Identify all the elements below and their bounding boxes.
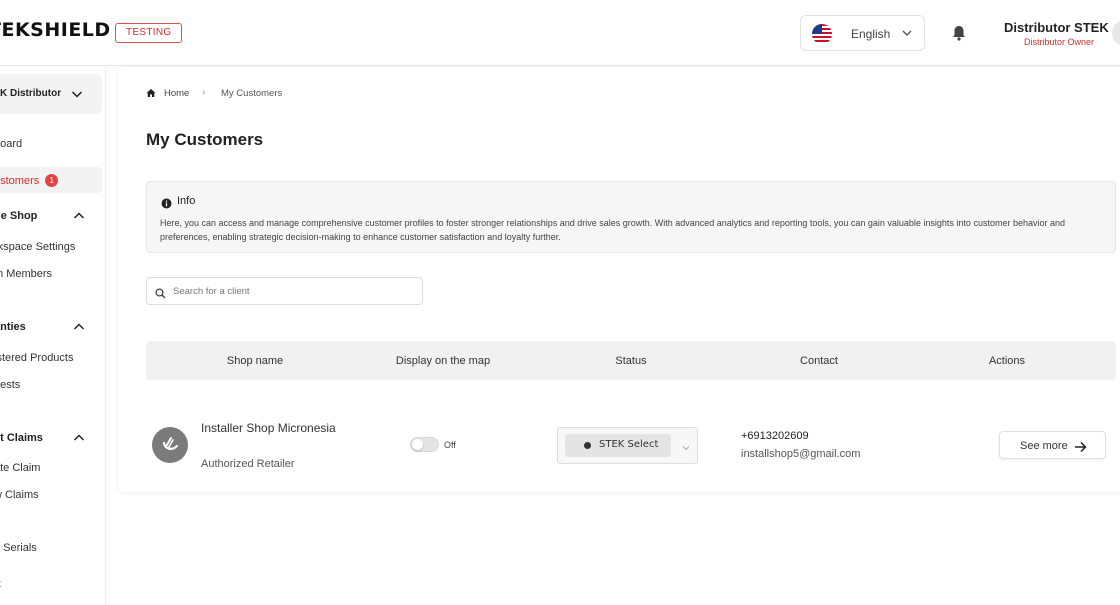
customers-count-badge: 1 (45, 174, 59, 187)
chevron-down-icon (681, 440, 691, 451)
top-header: TEKSHIELD TESTING English Distributor ST… (0, 0, 1120, 66)
sidebar-item-serials[interactable]: e Serials (0, 542, 37, 554)
info-icon (161, 196, 172, 209)
sidebar-item-label: ustomers (0, 175, 40, 187)
chevron-up-icon[interactable] (72, 431, 86, 445)
chevron-down-icon (70, 87, 84, 101)
language-select[interactable]: English (800, 15, 925, 51)
environment-badge: TESTING (115, 23, 183, 43)
status-dot (584, 442, 591, 449)
sidebar-item-label: e Serials (0, 542, 37, 554)
sidebar-item-label: ate Claim (0, 462, 41, 474)
table-header: Shop name Display on the map Status Cont… (146, 341, 1116, 380)
column-header-actions: Actions (988, 355, 1026, 367)
shop-name[interactable]: Installer Shop Micronesia (201, 419, 341, 437)
sidebar-item-create-claim[interactable]: ate Claim (0, 462, 40, 474)
sidebar-item-label: m Members (0, 268, 53, 280)
status-pill: STEK Select (565, 434, 671, 457)
sidebar-section-label: ct Claims (0, 432, 43, 444)
client-search[interactable] (146, 277, 423, 305)
see-more-button[interactable]: See more (999, 431, 1106, 459)
chevron-down-icon (900, 26, 914, 40)
sidebar-item-label: board (0, 138, 23, 150)
shop-avatar (152, 427, 188, 463)
home-icon[interactable] (146, 88, 156, 98)
language-label: English (851, 27, 891, 41)
display-on-map-toggle[interactable] (410, 437, 439, 452)
sidebar-section-warranties[interactable]: anties (0, 321, 26, 333)
sidebar-item-support[interactable]: rt (0, 578, 1, 590)
us-flag-icon (812, 24, 832, 44)
sidebar-section-label: ge Shop (0, 210, 38, 222)
contact-email[interactable]: installshop5@gmail.com (741, 448, 860, 460)
contact-phone[interactable]: +6913202609 (741, 430, 809, 442)
sidebar-item-label: w Claims (0, 489, 39, 501)
sidebar-item-view-claims[interactable]: w Claims (0, 489, 39, 501)
brand-logo[interactable]: TEKSHIELD (0, 19, 111, 41)
toggle-state-label: Off (444, 440, 456, 450)
chevron-up-icon[interactable] (72, 320, 86, 334)
notification-bell-icon[interactable] (950, 24, 968, 42)
sidebar-item-label: rt (0, 578, 1, 590)
column-header-display-on-map[interactable]: Display on the map (396, 355, 490, 367)
organization-label: K Distributor (0, 88, 62, 99)
sidebar-item-team-members[interactable]: m Members (0, 268, 52, 280)
sidebar-item-requests[interactable]: uests (0, 379, 20, 391)
sidebar: K Distributor board ustomers 1 ge Shop rk… (0, 67, 106, 605)
info-title: Info (177, 195, 196, 207)
user-role: Distributor Owner (1024, 37, 1095, 47)
breadcrumb-home-link[interactable]: Home (164, 88, 189, 99)
organization-select[interactable]: K Distributor (0, 74, 102, 114)
status-value: STEK Select (599, 439, 659, 450)
user-avatar[interactable] (1112, 20, 1120, 46)
column-header-status[interactable]: Status (615, 355, 646, 367)
search-icon (155, 286, 166, 299)
see-more-label: See more (1020, 440, 1068, 452)
column-header-shop-name[interactable]: Shop name (227, 355, 283, 367)
chevron-up-icon[interactable] (72, 209, 86, 223)
search-input[interactable] (173, 283, 413, 300)
sidebar-item-registered-products[interactable]: istered Products (0, 352, 73, 364)
sidebar-section-product-claims[interactable]: ct Claims (0, 432, 43, 444)
sidebar-item-dashboard[interactable]: board (0, 138, 22, 150)
sidebar-item-label: uests (0, 379, 21, 391)
user-name[interactable]: Distributor STEK (1004, 20, 1109, 35)
info-box: Info Here, you can access and manage com… (146, 181, 1116, 253)
breadcrumb-current: My Customers (221, 88, 283, 99)
sidebar-section-label: anties (0, 321, 26, 333)
status-select[interactable]: STEK Select (557, 427, 698, 464)
toggle-knob (412, 439, 423, 450)
sidebar-item-customers[interactable]: ustomers 1 (0, 174, 59, 187)
column-header-contact[interactable]: Contact (800, 355, 838, 367)
arrow-right-icon (1074, 440, 1087, 453)
breadcrumb-separator: › (202, 87, 206, 98)
shop-type: Authorized Retailer (201, 458, 295, 470)
sidebar-item-label: istered Products (0, 352, 74, 364)
sidebar-item-workspace-settings[interactable]: rkspace Settings (0, 241, 75, 253)
page-title: My Customers (146, 130, 264, 149)
sidebar-item-label: rkspace Settings (0, 241, 76, 253)
sidebar-section-manage-shop[interactable]: ge Shop (0, 210, 37, 222)
info-text: Here, you can access and manage comprehe… (160, 218, 1065, 242)
